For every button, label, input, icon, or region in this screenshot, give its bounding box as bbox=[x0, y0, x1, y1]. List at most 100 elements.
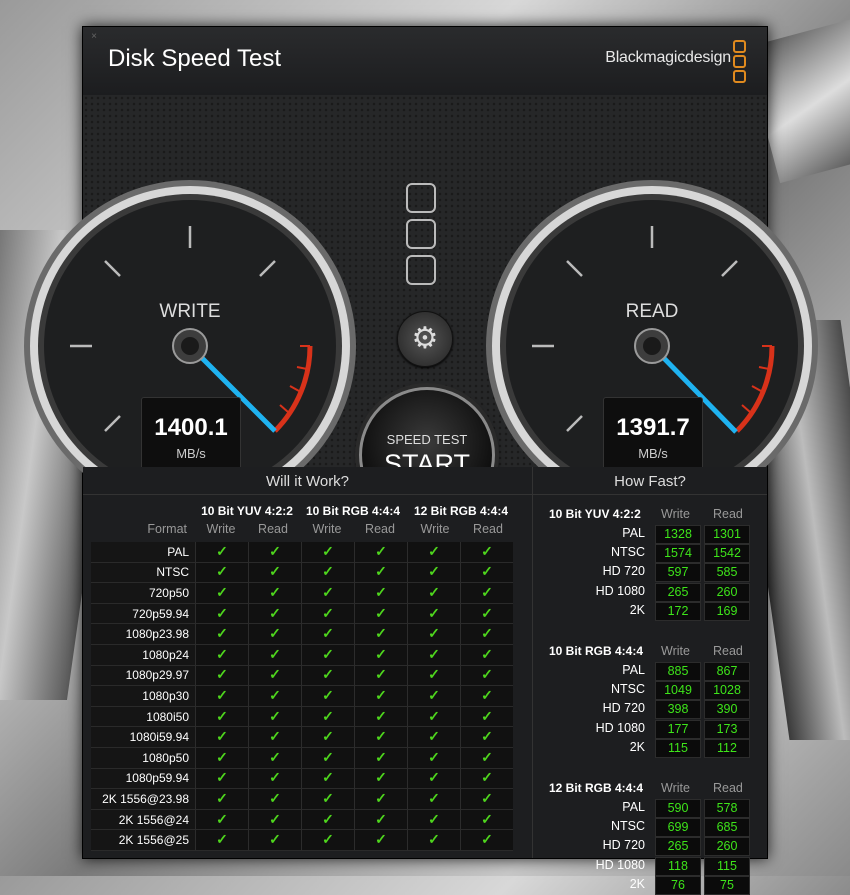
write-fps-value: 172 bbox=[655, 601, 701, 621]
group-heading: 10 Bit YUV 4:2:2 bbox=[201, 504, 293, 518]
compat-cell: ✓ bbox=[248, 706, 301, 728]
speed-row: HD 720 398 390 bbox=[533, 699, 767, 720]
speed-row: PAL 590 578 bbox=[533, 798, 767, 818]
compat-cell: ✓ bbox=[354, 542, 407, 563]
check-icon: ✓ bbox=[428, 666, 440, 683]
read-fps-value: 1301 bbox=[704, 525, 750, 544]
check-icon: ✓ bbox=[216, 748, 228, 765]
check-icon: ✓ bbox=[269, 563, 281, 580]
table-row: 2K 1556@25 ✓ ✓ ✓ ✓ ✓ ✓ bbox=[91, 830, 513, 851]
speed-format-name: NTSC bbox=[610, 545, 645, 560]
speed-format-name: HD 720 bbox=[602, 701, 645, 716]
format-table: PAL ✓ ✓ ✓ ✓ ✓ ✓ NTSC ✓ ✓ ✓ ✓ ✓ ✓ 720p50 ✓ ✓ ✓ ✓ ✓ ✓ 720p59.94… bbox=[91, 542, 513, 851]
blackmagic-logo-icon bbox=[406, 183, 436, 291]
table-row: NTSC ✓ ✓ ✓ ✓ ✓ ✓ bbox=[91, 562, 513, 584]
check-icon: ✓ bbox=[322, 686, 334, 703]
format-name: 2K 1556@24 bbox=[91, 809, 195, 831]
compat-cell: ✓ bbox=[301, 644, 354, 666]
compat-cell: ✓ bbox=[248, 789, 301, 810]
write-column-header: Write bbox=[206, 522, 236, 536]
check-icon: ✓ bbox=[428, 831, 440, 848]
read-fps-value: 115 bbox=[704, 856, 750, 876]
check-icon: ✓ bbox=[375, 686, 387, 703]
compat-cell: ✓ bbox=[407, 603, 460, 625]
speed-row: PAL 1328 1301 bbox=[533, 524, 767, 544]
compat-cell: ✓ bbox=[195, 789, 248, 810]
speed-row: HD 720 265 260 bbox=[533, 836, 767, 857]
check-icon: ✓ bbox=[375, 789, 387, 806]
check-icon: ✓ bbox=[269, 789, 281, 806]
compat-cell: ✓ bbox=[407, 768, 460, 790]
check-icon: ✓ bbox=[428, 563, 440, 580]
check-icon: ✓ bbox=[375, 707, 387, 724]
check-icon: ✓ bbox=[375, 810, 387, 827]
check-icon: ✓ bbox=[322, 769, 334, 786]
compat-cell: ✓ bbox=[248, 665, 301, 687]
read-fps-value: 578 bbox=[704, 799, 750, 818]
speed-format-name: NTSC bbox=[610, 682, 645, 697]
speed-group: 10 Bit RGB 4:4:4 Write Read PAL 885 867 NTSC 10… bbox=[533, 641, 767, 758]
check-icon: ✓ bbox=[322, 789, 334, 806]
write-column-header: Write bbox=[420, 522, 450, 536]
compat-cell: ✓ bbox=[460, 542, 513, 563]
write-column-header: Write bbox=[661, 507, 690, 521]
speed-format-name: HD 1080 bbox=[595, 857, 645, 872]
speed-group: 10 Bit YUV 4:2:2 Write Read PAL 1328 1301 NTSC… bbox=[533, 504, 767, 621]
speed-row: 2K 76 75 bbox=[533, 875, 767, 895]
close-icon[interactable]: × bbox=[88, 31, 100, 43]
check-icon: ✓ bbox=[375, 831, 387, 848]
speed-row: HD 1080 265 260 bbox=[533, 582, 767, 602]
check-icon: ✓ bbox=[428, 625, 440, 642]
format-name: 2K 1556@25 bbox=[91, 830, 195, 851]
read-speed-unit: MB/s bbox=[638, 446, 668, 461]
compat-cell: ✓ bbox=[301, 830, 354, 851]
compat-cell: ✓ bbox=[248, 727, 301, 748]
table-row: PAL ✓ ✓ ✓ ✓ ✓ ✓ bbox=[91, 542, 513, 563]
compat-cell: ✓ bbox=[407, 809, 460, 831]
compat-cell: ✓ bbox=[248, 830, 301, 851]
format-name: 1080p29.97 bbox=[91, 665, 195, 687]
speed-format-name: 2K bbox=[629, 876, 645, 891]
speed-row: 2K 115 112 bbox=[533, 738, 767, 758]
format-name: 720p50 bbox=[91, 583, 195, 604]
group-heading: 10 Bit RGB 4:4:4 bbox=[549, 644, 644, 658]
format-name: 1080p24 bbox=[91, 644, 195, 666]
check-icon: ✓ bbox=[375, 563, 387, 580]
compat-cell: ✓ bbox=[248, 809, 301, 831]
speed-format-name: 2K bbox=[629, 739, 645, 754]
compat-cell: ✓ bbox=[460, 583, 513, 604]
check-icon: ✓ bbox=[375, 666, 387, 683]
check-icon: ✓ bbox=[428, 789, 440, 806]
check-icon: ✓ bbox=[428, 810, 440, 827]
speed-group: 12 Bit RGB 4:4:4 Write Read PAL 590 578 NTSC 69… bbox=[533, 778, 767, 895]
check-icon: ✓ bbox=[216, 789, 228, 806]
check-icon: ✓ bbox=[216, 666, 228, 683]
compat-cell: ✓ bbox=[354, 706, 407, 728]
check-icon: ✓ bbox=[216, 625, 228, 642]
read-column-header: Read bbox=[365, 522, 395, 536]
gear-icon[interactable]: ⚙ bbox=[397, 311, 453, 367]
compat-cell: ✓ bbox=[195, 624, 248, 645]
check-icon: ✓ bbox=[269, 831, 281, 848]
compat-cell: ✓ bbox=[195, 686, 248, 707]
speed-format-name: HD 720 bbox=[602, 838, 645, 853]
compat-cell: ✓ bbox=[354, 830, 407, 851]
table-row: 1080p24 ✓ ✓ ✓ ✓ ✓ ✓ bbox=[91, 644, 513, 666]
check-icon: ✓ bbox=[481, 645, 493, 662]
read-speed-value: 1391.7 bbox=[616, 414, 690, 441]
read-column-header: Read bbox=[713, 507, 743, 521]
speed-format-name: 2K bbox=[629, 602, 645, 617]
compat-cell: ✓ bbox=[195, 583, 248, 604]
read-column-header: Read bbox=[713, 781, 743, 795]
compat-cell: ✓ bbox=[460, 706, 513, 728]
compat-cell: ✓ bbox=[354, 727, 407, 748]
read-readout: 1391.7 MB/s bbox=[603, 397, 703, 473]
compat-cell: ✓ bbox=[301, 562, 354, 584]
speed-format-name: NTSC bbox=[610, 819, 645, 834]
speed-row: NTSC 699 685 bbox=[533, 817, 767, 838]
check-icon: ✓ bbox=[481, 604, 493, 621]
compat-cell: ✓ bbox=[301, 747, 354, 769]
compat-cell: ✓ bbox=[248, 747, 301, 769]
check-icon: ✓ bbox=[375, 583, 387, 600]
group-heading: 12 Bit RGB 4:4:4 bbox=[413, 504, 509, 518]
